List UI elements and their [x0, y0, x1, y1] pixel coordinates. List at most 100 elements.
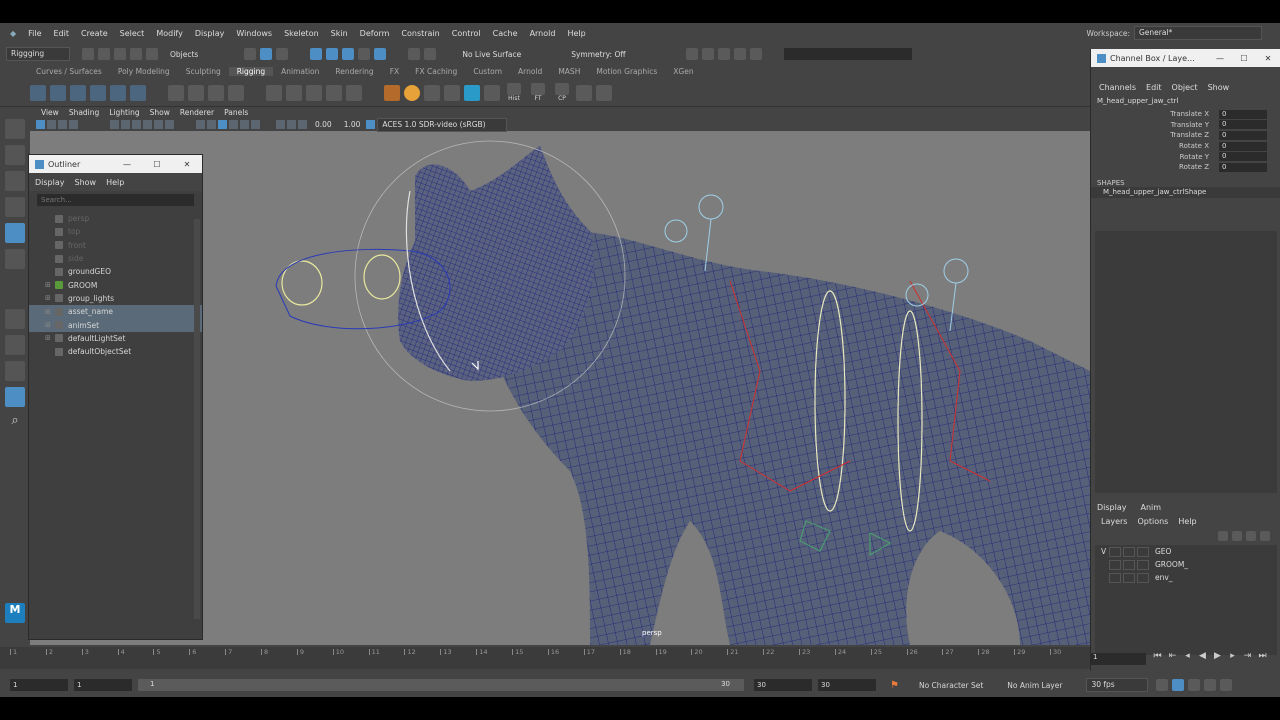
select-tool-icon[interactable] [5, 119, 25, 139]
bind-skin-icon[interactable] [168, 84, 184, 101]
layer-menu-help[interactable]: Help [1178, 517, 1196, 526]
colorspace-dropdown[interactable]: ACES 1.0 SDR-video (sRGB) [377, 117, 508, 132]
menu-constrain[interactable]: Constrain [395, 29, 445, 38]
command-line-field[interactable] [783, 48, 912, 60]
constraint-point-icon[interactable] [286, 84, 302, 101]
camera-attr-icon[interactable] [47, 120, 56, 129]
menuset-dropdown[interactable]: Riggging [6, 47, 70, 61]
image-plane-icon[interactable] [69, 120, 78, 129]
ik-handle-icon[interactable] [50, 84, 66, 101]
outliner-menu-show[interactable]: Show [75, 178, 97, 187]
dog-mesh[interactable] [398, 146, 1090, 645]
outliner-item-groundgeo[interactable]: groundGEO [29, 265, 202, 278]
fps-dropdown[interactable]: 30 fps [1086, 678, 1149, 692]
color-management-icon[interactable] [366, 120, 376, 129]
layout-single-icon[interactable] [5, 309, 25, 329]
preferences-icon[interactable] [1204, 679, 1217, 691]
close-icon[interactable]: ✕ [1256, 54, 1280, 63]
channel-row[interactable]: Rotate Y 0 [1091, 151, 1280, 162]
minimize-icon[interactable]: — [112, 160, 142, 169]
shelf-tab-rigging[interactable]: Rigging [228, 66, 274, 76]
move-layer-up-icon[interactable] [1218, 531, 1228, 541]
outliner-scrollbar[interactable] [194, 219, 200, 619]
io-icon[interactable] [424, 48, 437, 60]
bounding-box-icon[interactable] [576, 84, 592, 101]
save-scene-icon[interactable] [114, 48, 126, 60]
outliner-item-groom[interactable]: ⊞ GROOM [29, 278, 202, 291]
layer-playback-toggle[interactable] [1109, 559, 1121, 570]
channel-value[interactable]: 0 [1219, 141, 1267, 151]
rotate-tool-icon[interactable] [5, 223, 25, 243]
playback-end-field[interactable]: 30 [754, 679, 812, 691]
channel-menu-edit[interactable]: Edit [1146, 83, 1162, 92]
new-layer-selected-icon[interactable] [1260, 531, 1270, 541]
auto-key-icon[interactable]: ⚑ [890, 680, 899, 691]
outliner-item-top[interactable]: top [29, 225, 202, 238]
step-back-frame-icon[interactable]: ◂ [1180, 651, 1195, 661]
layer-display-toggle[interactable] [1123, 546, 1135, 557]
outliner-item-front[interactable]: front [29, 239, 202, 252]
layer-row-groom[interactable]: GROOM_ [1095, 558, 1277, 571]
shelf-tab-arnold[interactable]: Arnold [510, 67, 550, 76]
channel-value[interactable]: 0 [1219, 120, 1267, 130]
new-layer-icon[interactable] [1246, 531, 1256, 541]
exposure-value[interactable]: 0.00 [315, 120, 332, 129]
field-chart-icon[interactable] [154, 120, 163, 129]
anim-layer-label[interactable]: No Anim Layer [1007, 681, 1062, 690]
menu-create[interactable]: Create [75, 29, 114, 38]
skull-icon[interactable] [444, 84, 460, 101]
grid-icon[interactable] [110, 120, 119, 129]
menu-skeleton[interactable]: Skeleton [278, 29, 325, 38]
outliner-item-defaultlightset[interactable]: ⊞ defaultLightSet [29, 332, 202, 345]
expand-icon[interactable]: ⊞ [45, 321, 53, 329]
freeze-transform-icon[interactable] [531, 83, 545, 95]
channel-row[interactable]: Translate Z 0 [1091, 130, 1280, 141]
maximize-icon[interactable]: ☐ [142, 160, 172, 169]
layer-visibility[interactable]: V [1095, 547, 1109, 556]
symmetry-label[interactable]: Symmetry: Off [571, 50, 625, 59]
layer-playback-toggle[interactable] [1109, 572, 1121, 583]
constraint-parent-icon[interactable] [266, 84, 282, 101]
menu-cache[interactable]: Cache [487, 29, 524, 38]
play-forward-icon[interactable]: ▶ [1210, 651, 1225, 661]
layer-color-swatch[interactable] [1137, 572, 1149, 583]
shelf-tab-motion-graphics[interactable]: Motion Graphics [588, 67, 665, 76]
shelf-tab-sculpting[interactable]: Sculpting [178, 67, 229, 76]
channel-menu-channels[interactable]: Channels [1099, 83, 1136, 92]
range-slider[interactable]: 1 30 [138, 679, 744, 691]
current-frame-field[interactable]: 1 [1090, 653, 1146, 665]
playback-start-field[interactable]: 1 [74, 679, 132, 691]
mirror-joint-icon[interactable] [110, 84, 126, 101]
t-pose-icon[interactable] [424, 84, 440, 101]
outliner-menu-display[interactable]: Display [35, 178, 65, 187]
viewport-menu-panels[interactable]: Panels [219, 108, 253, 117]
layer-playback-toggle[interactable] [1109, 546, 1121, 557]
menu-arnold[interactable]: Arnold [524, 29, 562, 38]
shelf-tab-fx[interactable]: FX [382, 67, 407, 76]
layout-four-icon[interactable] [5, 335, 25, 355]
undo-icon[interactable] [130, 48, 142, 60]
paint-select-icon[interactable] [5, 171, 25, 191]
shelf-tab-curves[interactable]: Curves / Surfaces [28, 67, 110, 76]
viewport-menu-shading[interactable]: Shading [64, 108, 104, 117]
ipr-render-icon[interactable] [701, 48, 714, 60]
layout-two-icon[interactable] [5, 361, 25, 381]
ik-spline-icon[interactable] [70, 84, 86, 101]
move-tool-icon[interactable] [5, 197, 25, 217]
arnold-icon[interactable] [404, 84, 420, 101]
xray-icon[interactable] [287, 120, 296, 129]
select-mode-label[interactable]: Objects [170, 50, 198, 59]
cluster-icon[interactable] [228, 84, 244, 101]
humanik-icon[interactable] [464, 84, 480, 101]
joint-tool-icon[interactable] [30, 84, 46, 101]
viewport-menu-show[interactable]: Show [145, 108, 175, 117]
menu-control[interactable]: Control [446, 29, 487, 38]
xray-joints-icon[interactable] [298, 120, 307, 129]
channel-menu-object[interactable]: Object [1172, 83, 1198, 92]
search-icon[interactable]: ⌕ [5, 413, 25, 433]
gate-mask-icon[interactable] [143, 120, 152, 129]
layer-tab-anim[interactable]: Anim [1141, 503, 1162, 512]
snap-surface-icon[interactable] [374, 48, 387, 60]
minimize-icon[interactable]: — [1208, 54, 1232, 63]
layer-menu-layers[interactable]: Layers [1101, 517, 1127, 526]
